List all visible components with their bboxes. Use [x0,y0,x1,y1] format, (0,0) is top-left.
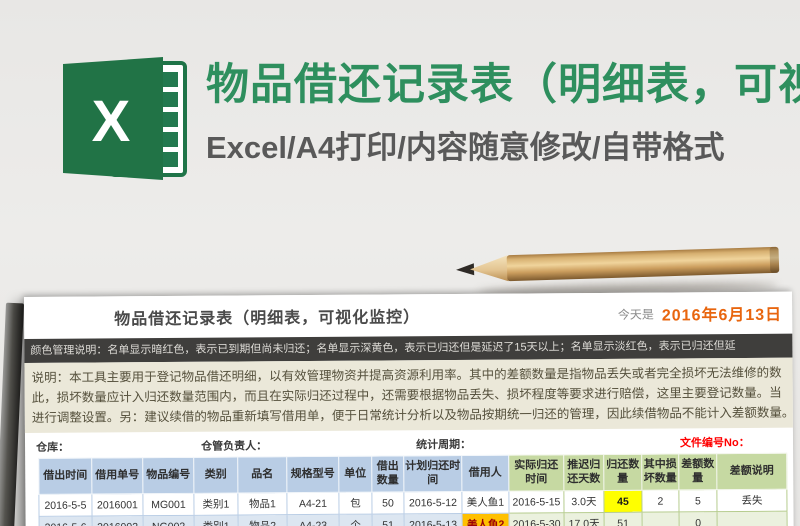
table-header-row: 借出时间 借用单号 物品编号 类别 品名 规格型号 单位 借出数量 计划归还时间… [38,453,787,495]
table-cell: 51 [372,513,405,526]
desk-edge [0,302,25,526]
manager-label: 仓管负责人： [201,440,268,453]
table-cell: A4-21 [286,492,340,515]
usage-instructions: 说明：本工具主要用于登记物品借还明细，以有效管理物资并提高资源利用率。其中的差额… [24,357,793,433]
table-cell: A4-23 [287,514,340,526]
table-cell: 2016002 [92,515,144,526]
table-cell [642,511,680,526]
page-title: 物品借还记录表（明细表，可视化... [206,61,800,109]
table-cell: 个 [339,514,373,526]
table-cell: 2 [641,489,680,513]
table-cell: 17.0天 [564,512,605,526]
table-cell-highlight-orange: 美人鱼2 [462,513,510,526]
table-cell: 50 [371,491,405,515]
page-subtitle: Excel/A4打印/内容随意修改/自带格式 [206,130,725,166]
page: X 物品借还记录表（明细表，可视化... Excel/A4打印/内容随意修改/自… [0,0,800,526]
table-cell: NG002 [143,515,195,526]
excel-logo-icon: X [63,57,187,180]
table-cell: 2016-5-13 [404,513,463,526]
table-cell: 0 [679,511,718,526]
header-cell: 借出数量 [371,455,404,493]
header-cell: 差额数量 [678,453,717,490]
table-cell: 美人鱼1 [461,491,510,514]
spreadsheet-preview: 物品借还记录表（明细表，可视化监控） 今天是 2016年6月13日 颜色管理说明… [24,291,795,526]
pencil-body [506,246,780,282]
hero-banner: X 物品借还记录表（明细表，可视化... Excel/A4打印/内容随意修改/自… [53,57,800,180]
table-cell: 丢失 [716,489,788,512]
table-cell: 2016001 [91,493,144,517]
table-cell: 51 [604,512,643,526]
sheet-title: 物品借还记录表（明细表，可视化监控） [114,309,421,329]
table-cell-highlight-yellow: 45 [603,490,643,513]
pencil-image [456,246,780,282]
table-cell: 类别1 [193,493,239,516]
table-cell: 2016-5-30 [509,512,565,526]
today-date: 2016年6月13日 [661,306,783,325]
header-cell: 推迟归还天数 [563,454,604,491]
header-cell: 单位 [338,456,372,493]
sheet-titlebar: 物品借还记录表（明细表，可视化监控） 今天是 2016年6月13日 [24,291,793,339]
header-cell: 类别 [193,457,238,494]
table-cell: MG001 [142,493,195,516]
borrow-return-table: 借出时间 借用单号 物品编号 类别 品名 规格型号 单位 借出数量 计划归还时间… [38,453,788,526]
header-cell: 借出时间 [38,458,92,495]
table-cell: 2016-5-5 [38,494,93,517]
today-label: 今天是 [617,307,654,322]
table-cell: 5 [678,489,718,512]
table-cell: 2016-5-15 [508,490,565,514]
header-cell: 借用单号 [91,457,143,495]
header-cell: 物品编号 [142,457,194,494]
instruction-line: 进行调整设置。另：建议续借的物品重新填写借用单，便于日常统计分析以及物品按期统一… [31,405,793,425]
table-cell: 2016-5-12 [403,491,463,514]
pencil-end-cap [769,246,780,273]
header-cell: 归还数量 [603,454,642,491]
period-label: 统计周期： [416,438,472,452]
table-cell: 类别1 [194,515,239,526]
excel-logo-x: X [92,89,131,154]
header-cell: 规格型号 [286,456,339,493]
file-number-label: 文件编号No： [679,436,750,450]
header-cell: 其中损坏数量 [641,453,679,491]
warehouse-label: 仓库： [36,441,70,454]
table-cell [717,511,788,526]
header-cell: 实际归还时间 [508,454,564,492]
header-cell: 品名 [237,456,287,494]
header-cell: 差额说明 [716,453,787,490]
table-cell: 物品2 [238,514,288,526]
header-cell: 借用人 [461,455,509,492]
table-cell: 2016-5-6 [39,516,93,526]
pencil-wood-cone [470,255,509,282]
table-cell: 3.0天 [563,490,605,513]
table-cell: 物品1 [237,492,288,516]
table-cell: 包 [338,492,373,515]
header-cell: 计划归还时间 [403,455,462,492]
